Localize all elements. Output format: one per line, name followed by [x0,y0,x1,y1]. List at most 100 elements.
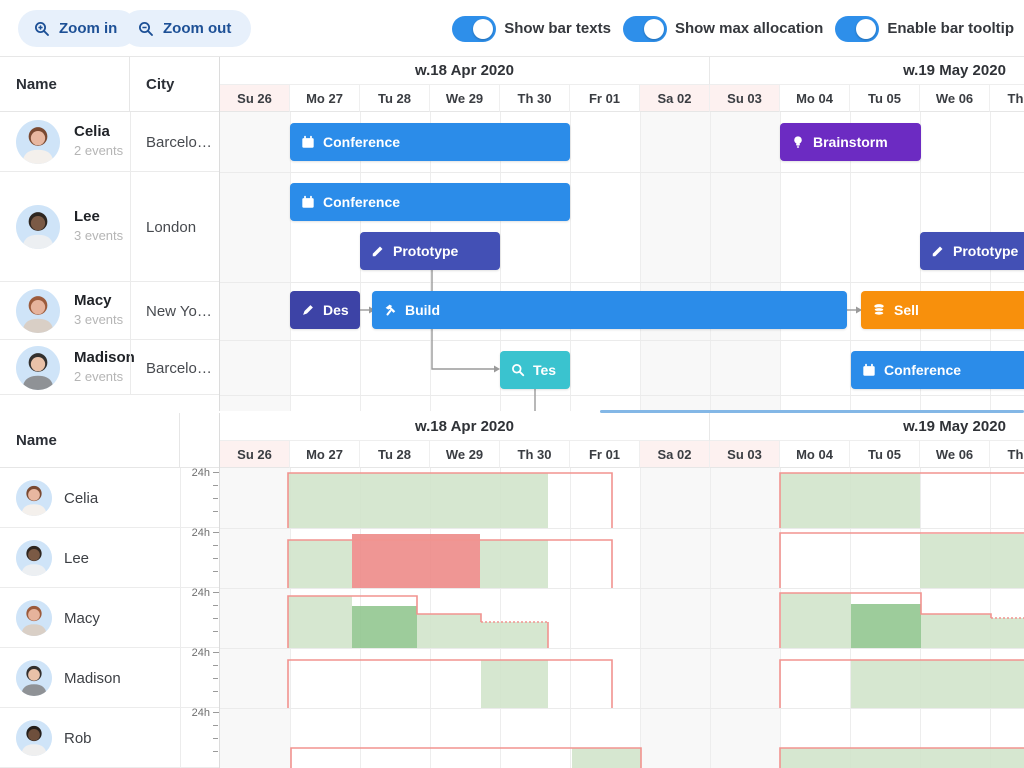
event-label: Brainstorm [813,134,888,150]
scale-tick [213,605,218,606]
resource-row-macy[interactable]: Macy3 eventsNew Yo… [0,282,220,340]
event-bar-prototype[interactable]: Prototype [920,232,1024,270]
histogram-row-lee[interactable]: Lee 24h [0,528,220,588]
day-header-cell: Sa 02 [640,441,710,468]
event-bar-conference[interactable]: Conference [290,123,570,161]
avatar [16,720,52,756]
cell-divider [180,648,181,708]
toggle-label: Show max allocation [675,20,823,37]
day-header-cell: We 29 [430,441,500,468]
frozen-column-divider-bottom [219,413,220,768]
resource-event-count: 2 events [74,369,123,384]
allocation-histogram-madison [220,648,1024,708]
scale-tick [213,545,218,546]
day-header-cell: Su 26 [220,85,290,112]
resource-row-celia[interactable]: Celia2 eventsBarcelo… [0,112,220,172]
avatar [16,120,60,164]
resource-name: Madison [74,349,135,366]
pen-icon [301,303,315,317]
event-label: Prototype [393,243,458,259]
resource-city: New Yo… [146,303,218,320]
avatar [16,660,52,696]
event-label: Conference [884,362,961,378]
scale-24h-label: 24h [184,467,210,479]
resource-event-count: 2 events [74,143,123,158]
avatar [16,540,52,576]
event-bar-brainstorm[interactable]: Brainstorm [780,123,921,161]
scale-24h-label: 24h [184,527,210,539]
cell-divider [180,528,181,588]
avatar [16,480,52,516]
header-timeline: w.18 Apr 2020w.19 May 2020Su 26Mo 27Tu 2… [220,413,1024,468]
histogram-row-macy[interactable]: Macy24h [0,588,220,648]
scale-tick [213,618,218,619]
frozen-column-divider [219,57,220,411]
toggle-wrap-0: Show bar texts [452,16,611,42]
column-header-name[interactable]: Name [0,413,180,468]
cell-divider [130,112,131,172]
toggle-show-bar-texts[interactable] [452,16,496,42]
toggle-knob [644,19,664,39]
day-header-cell: Tu 05 [850,441,920,468]
scale-column-header [180,413,220,468]
magnifier-plus-icon [34,21,50,37]
scheduler-app: Zoom in Zoom out Show bar texts Show max … [0,0,1024,768]
event-bar-conference[interactable]: Conference [851,351,1024,389]
zoom-in-button[interactable]: Zoom in [18,10,137,47]
allocation-histogram-celia [220,468,1024,528]
histogram-row-rob[interactable]: Rob24h [0,708,220,768]
hammer-icon [383,303,397,317]
cell-divider [130,172,131,282]
scale-tick [213,725,218,726]
pencil-icon [931,244,945,258]
toggle-wrap-1: Show max allocation [623,16,823,42]
toggle-wrap-2: Enable bar tooltip [835,16,1014,42]
event-bar-tes[interactable]: Tes [500,351,570,389]
resource-event-count: 3 events [74,228,123,243]
resource-row-madison[interactable]: Madison2 eventsBarcelo… [0,340,220,395]
event-bar-build[interactable]: Build [372,291,847,329]
event-bar-conference[interactable]: Conference [290,183,570,221]
event-bar-des[interactable]: Des [290,291,360,329]
magnifier-minus-icon [138,21,154,37]
resource-name: Celia [74,123,110,140]
resource-name: Lee [64,550,89,567]
day-header-cell: Sa 02 [640,85,710,112]
day-header-cell: Mo 27 [290,85,360,112]
event-label: Build [405,302,440,318]
toggle-enable-bar-tooltip[interactable] [835,16,879,42]
event-bar-sell[interactable]: Sell [861,291,1024,329]
avatar [16,289,60,333]
scale-tick [213,751,218,752]
day-header-cell: Mo 27 [290,441,360,468]
day-header-cell: We 06 [920,441,990,468]
zoom-out-button[interactable]: Zoom out [122,10,251,47]
histogram-row-madison[interactable]: Madison24h [0,648,220,708]
avatar [16,600,52,636]
toggle-label: Enable bar tooltip [887,20,1014,37]
scale-tick [213,498,218,499]
search-icon [511,363,525,377]
scale-tick [213,665,218,666]
scale-tick [213,558,218,559]
day-header-cell: Tu 05 [850,85,920,112]
column-header-city[interactable]: City [130,57,220,112]
toggle-show-max-allocation[interactable] [623,16,667,42]
resource-row-lee[interactable]: Lee3 eventsLondon [0,172,220,282]
resource-name: Macy [74,292,112,309]
toggle-knob [856,19,876,39]
column-header-name[interactable]: Name [0,57,130,112]
event-bar-prototype[interactable]: Prototype [360,232,500,270]
scale-tick [213,511,218,512]
toggle-knob [473,19,493,39]
calendar-icon [301,135,315,149]
scale-tick [213,738,218,739]
histogram-row-celia[interactable]: Celia24h [0,468,220,528]
scheduler-timeline: Conference Brainstorm Conference Prototype P… [220,112,1024,411]
event-label: Sell [894,302,919,318]
cell-divider [130,282,131,340]
scale-tick [213,631,218,632]
week-header-cell: w.19 May 2020 [710,57,1024,85]
allocation-histogram-lee [220,528,1024,588]
pencil-icon [371,244,385,258]
